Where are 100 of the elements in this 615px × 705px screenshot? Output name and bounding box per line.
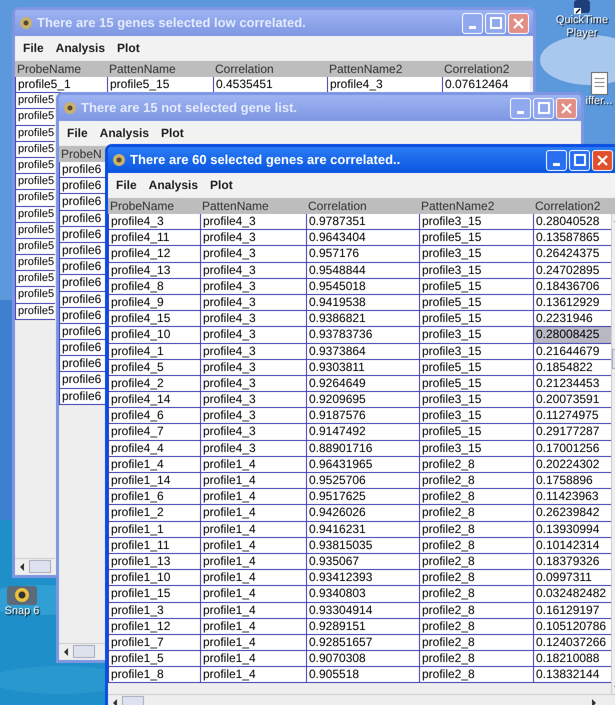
table-cell[interactable]: 0.9548844 [306,262,419,279]
table-cell[interactable]: profile4_7 [108,424,200,441]
table-cell[interactable]: profile6 [59,324,105,340]
table-cell[interactable]: profile2_8 [419,456,533,473]
table-cell[interactable]: profile2_8 [419,522,533,538]
close-button[interactable] [592,150,613,170]
table-cell[interactable]: 0.26239842 [533,505,611,522]
table-cell[interactable]: profile3_15 [419,408,533,424]
table-cell[interactable]: profile5 [15,93,55,110]
table-cell[interactable]: profile2_8 [419,554,533,570]
table-cell[interactable]: 0.9289151 [306,618,419,635]
table-cell[interactable]: 0.105120786 [533,618,611,635]
table-cell[interactable]: profile4_12 [108,246,200,263]
table-cell[interactable]: profile1_4 [200,456,306,473]
table-cell[interactable]: profile4_3 [200,376,306,392]
table-cell[interactable]: profile1_5 [108,651,200,668]
table-cell[interactable]: profile4_3 [327,77,442,94]
table-cell[interactable]: 0.29177287 [533,424,611,441]
table-cell[interactable]: profile3_15 [419,327,533,344]
table-cell[interactable]: profile6 [59,194,105,211]
column-header[interactable]: PattenName [107,61,213,77]
table-cell[interactable]: profile5 [15,206,55,223]
table-cell[interactable]: 0.93815035 [306,538,419,554]
minimize-button[interactable] [510,98,531,118]
table-cell[interactable]: 0.18379326 [533,554,611,570]
table-cell[interactable]: profile5 [15,158,55,174]
menu-item[interactable]: Plot [161,124,184,142]
table-cell[interactable]: profile4_3 [200,327,306,344]
maximize-button[interactable] [569,150,590,170]
table-cell[interactable]: profile4_10 [108,327,200,344]
table-cell[interactable]: profile5_15 [419,311,533,328]
table-cell[interactable]: 0.24702895 [533,262,611,279]
scroll-thumb[interactable] [73,645,95,658]
table-cell[interactable]: 0.20224302 [533,456,611,473]
table-cell[interactable]: 0.88901716 [306,440,419,457]
table-cell[interactable]: profile5 [15,238,55,256]
table-cell[interactable]: profile4_9 [108,294,200,312]
column-header[interactable]: PattenName2 [327,61,442,77]
table-cell[interactable]: 0.9147492 [306,424,419,441]
table-cell[interactable]: profile1_4 [200,522,306,538]
table-cell[interactable]: 0.93412393 [306,570,419,586]
table-cell[interactable]: profile1_4 [108,456,200,473]
table-cell[interactable]: profile5 [15,222,55,239]
table-cell[interactable]: profile1_14 [108,473,200,490]
table-cell[interactable]: 0.21644679 [533,344,611,360]
table-cell[interactable]: 0.13587865 [533,230,611,246]
table-cell[interactable]: profile6 [59,275,105,292]
table-cell[interactable]: profile4_5 [108,360,200,376]
table-cell[interactable]: profile2_8 [419,473,533,490]
table-cell[interactable]: profile2_8 [419,570,533,586]
table-cell[interactable]: 0.28008425 [533,327,611,344]
table-cell[interactable]: profile5 [15,109,55,126]
table-cell[interactable]: 0.07612464 [442,77,530,94]
table-cell[interactable]: 0.9386821 [306,311,419,328]
table-cell[interactable]: profile4_3 [200,278,306,295]
table-cell[interactable]: profile6 [59,162,105,178]
table-cell[interactable]: profile2_8 [419,505,533,522]
table-cell[interactable]: 0.9643404 [306,230,419,246]
table-cell[interactable]: 0.9264649 [306,376,419,392]
table-cell[interactable]: profile1_15 [108,586,200,602]
table-cell[interactable]: profile5 [15,304,55,320]
table-cell[interactable]: 0.0997311 [533,570,611,586]
table-cell[interactable]: profile3_15 [419,246,533,263]
column-header[interactable]: Correlation2 [533,198,611,214]
table-cell[interactable]: 0.1758896 [533,473,611,490]
table-cell[interactable]: profile1_4 [200,538,306,554]
table-cell[interactable]: profile3_15 [419,392,533,408]
table-cell[interactable]: 0.11423963 [533,489,611,506]
table-cell[interactable]: 0.96431965 [306,456,419,473]
column-header[interactable]: PattenName [200,198,306,214]
table-cell[interactable]: profile5 [15,271,55,288]
table-cell[interactable]: profile4_3 [200,294,306,312]
table-cell[interactable]: 0.905518 [306,667,419,684]
table-cell[interactable]: 0.9070308 [306,651,419,668]
table-cell[interactable]: profile3_15 [419,440,533,457]
table-cell[interactable]: profile5_15 [419,376,533,392]
menu-item[interactable]: Analysis [56,39,106,57]
table-cell[interactable]: 0.9426026 [306,505,419,522]
table-cell[interactable]: profile1_4 [200,489,306,506]
table-cell[interactable]: profile4_3 [200,424,306,441]
table-cell[interactable]: profile4_4 [108,440,200,457]
table-cell[interactable]: profile4_8 [108,278,200,295]
table-cell[interactable]: profile5 [15,190,55,206]
table-cell[interactable]: profile6 [59,259,105,276]
column-header[interactable]: ProbeName [15,61,107,77]
table-cell[interactable]: profile5_15 [419,294,533,312]
table-cell[interactable]: profile5 [15,174,55,190]
table-cell[interactable]: profile4_1 [108,344,200,360]
table-cell[interactable]: 0.18210088 [533,651,611,668]
column-header[interactable]: Correlation [306,198,419,214]
table-cell[interactable]: profile5 [15,255,55,272]
table-cell[interactable]: 0.21234453 [533,376,611,392]
table-cell[interactable]: 0.1854822 [533,360,611,376]
table-cell[interactable]: 0.9517625 [306,489,419,506]
table-cell[interactable]: profile4_14 [108,392,200,408]
column-header[interactable]: ProbeName [108,198,200,214]
minimize-button[interactable] [546,150,567,170]
table-cell[interactable]: profile4_3 [108,214,200,230]
table-cell[interactable]: profile1_4 [200,667,306,684]
table-cell[interactable]: profile1_4 [200,473,306,490]
